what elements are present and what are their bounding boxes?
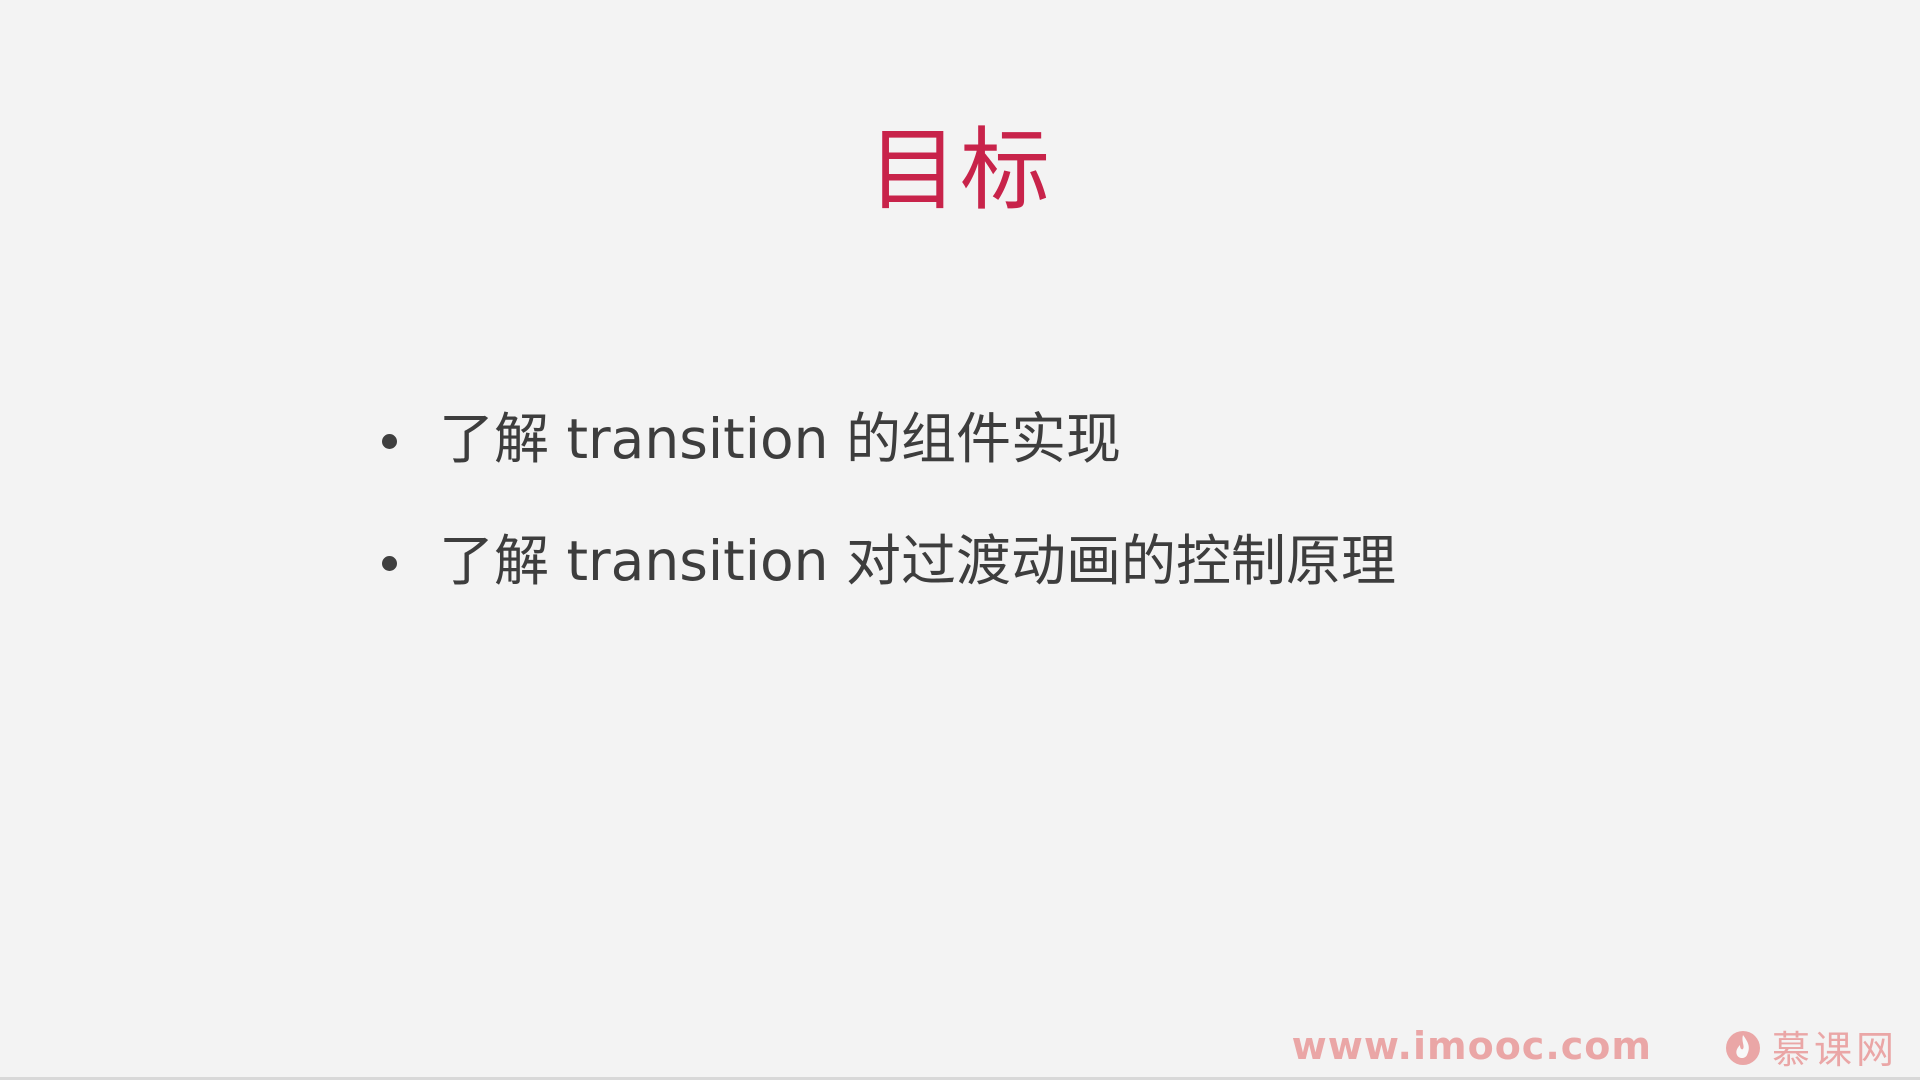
watermark-brand: 慕课网	[1771, 1027, 1898, 1072]
bullet-item: 了解 transition 对过渡动画的控制原理	[382, 500, 1396, 622]
watermark-url: www.imooc.com	[1291, 1024, 1652, 1068]
slide: 目标 了解 transition 的组件实现 了解 transition 对过渡…	[0, 0, 1920, 1080]
bullet-dot-icon	[382, 555, 397, 571]
bullet-text: 了解 transition 对过渡动画的控制原理	[439, 529, 1396, 593]
bullet-item: 了解 transition 的组件实现	[382, 378, 1396, 500]
bullet-dot-icon	[382, 433, 397, 449]
bullet-text: 了解 transition 的组件实现	[439, 407, 1121, 471]
slide-title: 目标	[868, 118, 1052, 223]
bullet-list: 了解 transition 的组件实现 了解 transition 对过渡动画的…	[382, 378, 1396, 622]
flame-logo-icon	[1725, 1031, 1760, 1065]
watermark: www.imooc.com 慕课网	[1292, 1016, 1898, 1076]
